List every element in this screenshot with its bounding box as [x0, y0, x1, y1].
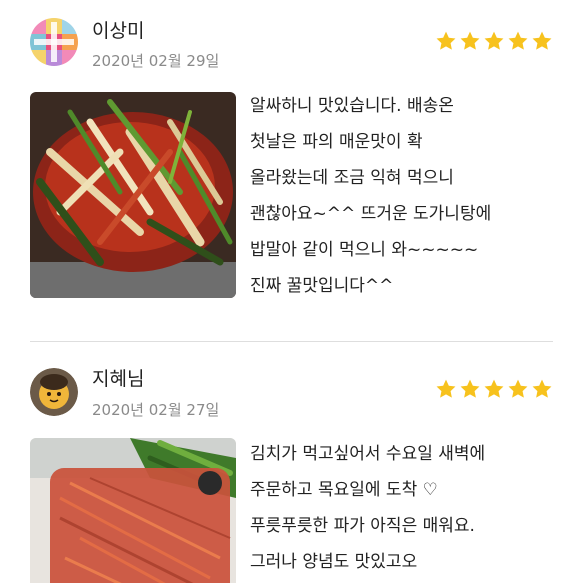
review-date: 2020년 02월 27일 [92, 401, 220, 419]
character-avatar-icon [30, 368, 78, 416]
review-text: 김치가 먹고싶어서 수요일 새벽에 주문하고 목요일에 도착 ♡ 푸릇푸릇한 파… [250, 444, 486, 572]
user-avatar [30, 368, 78, 416]
star-icon [532, 379, 552, 398]
review-divider [30, 341, 553, 342]
username: 이상미 [92, 20, 145, 42]
review-item: 이상미 2020년 02월 29일 알싸하니 맛있습니다. 배송온 첫날은 파의… [0, 0, 583, 330]
green-onion-kimchi-photo-icon [30, 92, 236, 298]
star-icon [436, 379, 456, 398]
colorful-pattern-avatar-icon [30, 18, 78, 66]
star-icon [484, 31, 504, 50]
review-date: 2020년 02월 29일 [92, 52, 220, 70]
star-icon [508, 31, 528, 50]
star-icon [508, 379, 528, 398]
star-icon [460, 31, 480, 50]
review-list: 이상미 2020년 02월 29일 알싸하니 맛있습니다. 배송온 첫날은 파의… [0, 0, 583, 583]
review-text: 알싸하니 맛있습니다. 배송온 첫날은 파의 매운맛이 확 올라왔는데 조금 익… [250, 96, 492, 296]
star-icon [460, 379, 480, 398]
user-avatar [30, 18, 78, 66]
star-rating [435, 378, 553, 400]
packaged-kimchi-photo-icon [30, 438, 236, 583]
review-item: 지혜님 2020년 02월 27일 김치가 먹고싶어서 수요일 새벽에 주문하고… [0, 352, 583, 583]
star-icon [484, 379, 504, 398]
review-photo[interactable] [30, 438, 236, 583]
star-icon [532, 31, 552, 50]
star-rating [435, 30, 553, 52]
username: 지혜님 [92, 368, 145, 390]
review-photo[interactable] [30, 92, 236, 298]
star-icon [436, 31, 456, 50]
